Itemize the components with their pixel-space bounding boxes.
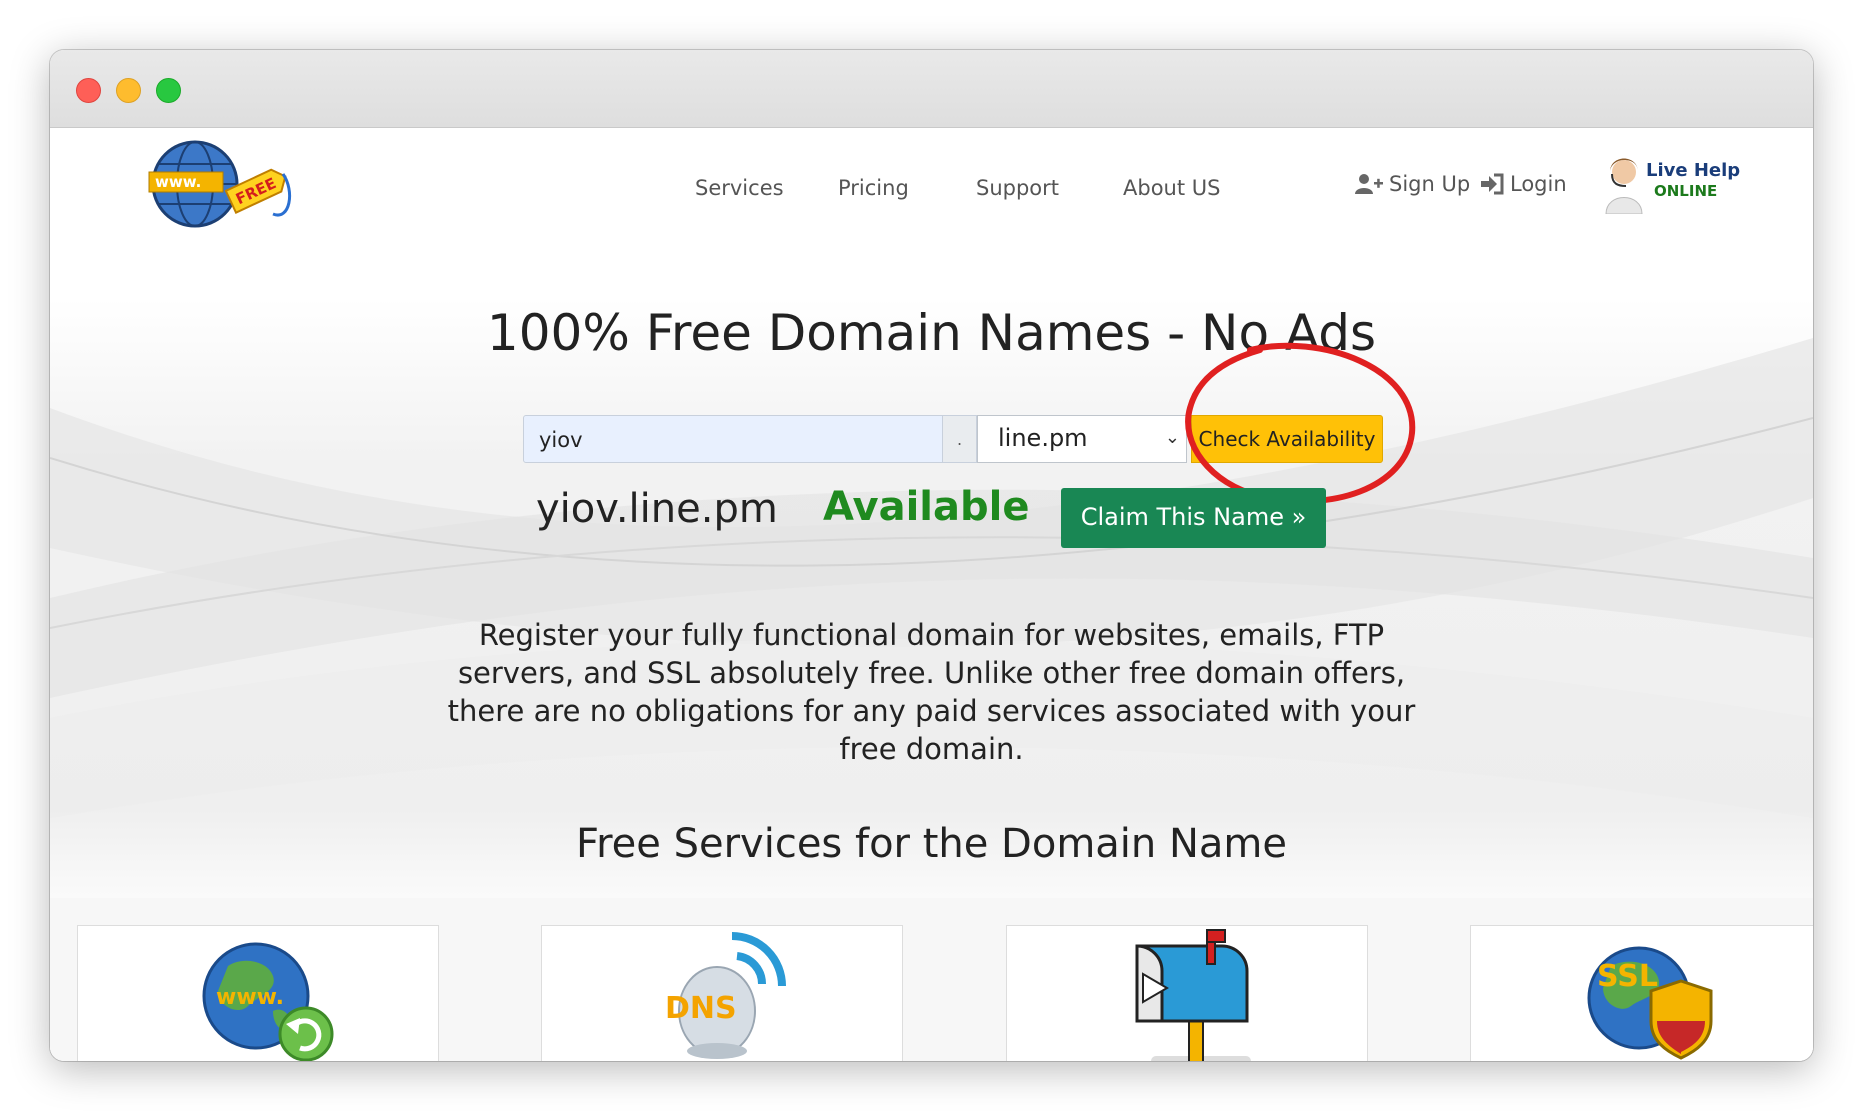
zoom-window-button[interactable] bbox=[156, 78, 181, 103]
mailbox-icon bbox=[1135, 929, 1251, 1061]
www-icon-text: www. bbox=[216, 985, 284, 1010]
window-titlebar bbox=[50, 50, 1813, 128]
close-window-button[interactable] bbox=[76, 78, 101, 103]
nav-support[interactable]: Support bbox=[976, 176, 1059, 200]
live-help-label: Live Help bbox=[1646, 160, 1741, 181]
domain-dot-separator: . bbox=[943, 415, 977, 463]
support-agent-icon bbox=[1605, 158, 1643, 215]
hero-description: Register your fully functional domain fo… bbox=[447, 618, 1416, 766]
user-plus-icon bbox=[1355, 174, 1383, 194]
nav-about-us[interactable]: About US bbox=[1123, 176, 1220, 200]
ssl-icon-text: SSL bbox=[1597, 959, 1658, 994]
service-card-mail[interactable] bbox=[1006, 925, 1368, 1061]
availability-status: Available bbox=[823, 484, 1030, 530]
result-domain-name: yiov.line.pm bbox=[536, 486, 778, 532]
nav-pricing[interactable]: Pricing bbox=[838, 176, 909, 200]
ssl-shield-icon: SSL bbox=[1587, 946, 1713, 1060]
minimize-window-button[interactable] bbox=[116, 78, 141, 103]
hero-headline: 100% Free Domain Names - No Ads bbox=[486, 304, 1377, 362]
browser-window: www. FREE Services Pricing Support About… bbox=[50, 50, 1813, 1061]
sign-up-label: Sign Up bbox=[1389, 172, 1471, 196]
sign-up-link[interactable]: Sign Up bbox=[1355, 172, 1470, 196]
live-help-widget[interactable]: Live Help ONLINE bbox=[1602, 154, 1742, 215]
dns-icon: DNS bbox=[665, 932, 786, 1059]
service-card-dns[interactable]: DNS bbox=[541, 925, 903, 1061]
login-link[interactable]: Login bbox=[1480, 172, 1567, 196]
sign-in-icon bbox=[1481, 173, 1504, 195]
web-page: www. FREE Services Pricing Support About… bbox=[50, 128, 1813, 1061]
tld-selected-value: line.pm bbox=[998, 424, 1088, 452]
claim-name-button[interactable]: Claim This Name » bbox=[1061, 488, 1326, 548]
service-card-www[interactable]: www. bbox=[77, 925, 439, 1061]
services-section-title: Free Services for the Domain Name bbox=[576, 821, 1287, 867]
tld-select[interactable]: line.pm ⌄ bbox=[977, 415, 1187, 463]
service-card-ssl[interactable]: SSL bbox=[1470, 925, 1813, 1061]
dns-icon-text: DNS bbox=[665, 991, 737, 1026]
domain-name-input[interactable]: yiov bbox=[523, 415, 943, 463]
login-label: Login bbox=[1510, 172, 1567, 196]
live-help-status: ONLINE bbox=[1654, 182, 1718, 200]
nav-services[interactable]: Services bbox=[695, 176, 784, 200]
check-availability-button[interactable]: Check Availability bbox=[1191, 415, 1383, 463]
logo-www-text: www. bbox=[155, 173, 201, 191]
www-globe-icon: www. bbox=[202, 942, 334, 1061]
site-logo[interactable]: www. FREE bbox=[145, 136, 295, 232]
chevron-down-icon: ⌄ bbox=[1164, 427, 1180, 448]
